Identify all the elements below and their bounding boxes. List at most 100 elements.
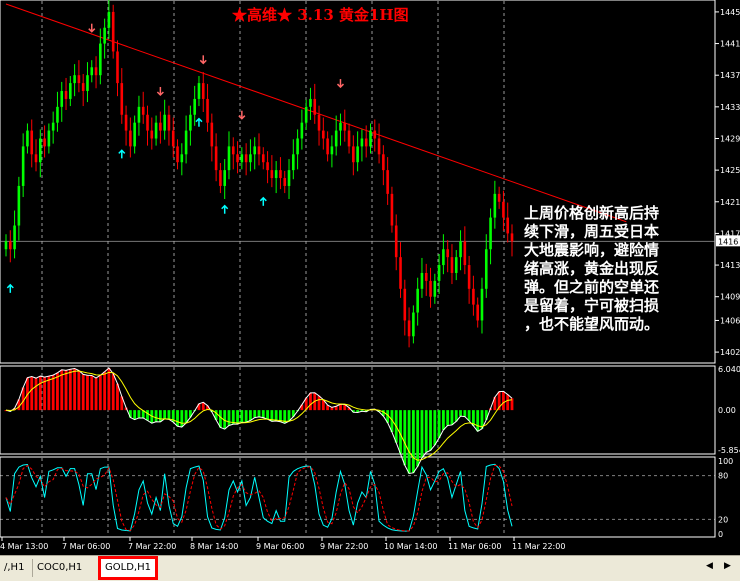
candle-body (454, 257, 458, 273)
annotation-line: 上周价格创新高后持 (524, 204, 659, 222)
time-tick-label: 4 Mar 13:00 (0, 542, 48, 551)
candle-body (146, 114, 149, 131)
candle-body (236, 154, 239, 163)
candle-body (429, 280, 432, 297)
candle-body (356, 146, 359, 163)
candle-body (484, 249, 488, 289)
arrow-left-icon[interactable]: ◀ (706, 561, 713, 571)
candle-body (313, 98, 317, 115)
candle-body (390, 193, 394, 226)
candle-body (261, 154, 265, 163)
candle-body (99, 43, 102, 76)
tab-chart-2[interactable]: COC0,H1 (32, 559, 86, 577)
candle-body (231, 146, 235, 155)
price-tick-label: 1429 (720, 134, 740, 143)
candle-body (39, 138, 42, 163)
candle-body (111, 11, 115, 52)
macd-bar (244, 410, 248, 423)
candle-body (64, 91, 68, 99)
candle-body (322, 130, 325, 139)
stoch-tick-label: 0 (718, 530, 723, 539)
price-tick-label: 1433 (720, 103, 740, 112)
candle-body (94, 67, 98, 76)
price-tick-label: 1409 (720, 293, 740, 302)
macd-bar (98, 375, 102, 411)
price-tick-label: 1413 (720, 261, 740, 270)
candle-body (201, 83, 205, 99)
candle-body (223, 170, 226, 186)
macd-bar (274, 410, 278, 421)
candle-body (4, 241, 8, 250)
candle-body (309, 98, 312, 107)
arrow-right-icon[interactable]: ▶ (724, 561, 731, 571)
macd-bar (240, 410, 244, 423)
tab-gold-h1[interactable]: GOLD,H1 (98, 556, 158, 580)
macd-bar (167, 410, 171, 420)
candle-body (347, 130, 351, 147)
macd-bar (463, 410, 467, 417)
chart-tab-bar: /,H1 COC0,H1 GOLD,H1 ◀ ▶ (0, 555, 740, 581)
candle-body (433, 280, 437, 297)
candle-body (270, 170, 274, 179)
macd-bar (446, 410, 450, 426)
candle-body (47, 130, 51, 147)
candle-body (30, 130, 34, 155)
stochastic-panel[interactable] (0, 456, 716, 538)
candle-body (283, 178, 287, 186)
candle-body (244, 154, 248, 163)
macd-bar (158, 410, 162, 422)
candle-body (141, 106, 145, 115)
time-tick-label: 11 Mar 06:00 (448, 542, 501, 551)
macd-bar (437, 410, 441, 439)
macd-tick-label: 0.00 (718, 406, 736, 415)
annotation-line: 是留着，宁可被扫损 (523, 297, 659, 315)
current-price-label: 1416 (718, 237, 738, 246)
annotation-text: 上周价格创新高后持续下滑，周五受日本大地震影响，避险情绪高涨，黄金出现反弹。但之… (523, 204, 660, 333)
tab-chart-1[interactable]: /,H1 (0, 559, 28, 577)
candle-body (403, 288, 407, 321)
macd-bar (137, 410, 141, 418)
candle-body (476, 304, 479, 321)
candle-body (437, 265, 441, 281)
macd-bar (459, 410, 462, 417)
candle-body (339, 122, 342, 131)
macd-bar (253, 410, 257, 418)
macd-bar (180, 410, 184, 428)
time-tick-label: 9 Mar 22:00 (320, 542, 368, 551)
candle-body (219, 170, 222, 186)
candle-body (369, 130, 372, 147)
candle-body (116, 51, 119, 84)
chart-area[interactable]: 1445144114371433142914251421141714131409… (0, 0, 740, 555)
price-tick-label: 1445 (720, 8, 740, 17)
candle-body (227, 146, 231, 171)
macd-bar (476, 410, 480, 432)
macd-bar (56, 372, 59, 411)
macd-bar (64, 370, 68, 411)
candle-body (472, 288, 475, 305)
candle-body (266, 162, 269, 171)
macd-bar (163, 410, 167, 419)
candle-body (154, 122, 158, 139)
candle-body (489, 217, 492, 250)
candle-body (493, 193, 497, 218)
time-tick-label: 7 Mar 06:00 (62, 542, 110, 551)
candle-body (304, 106, 308, 123)
candle-body (352, 146, 355, 163)
candle-body (382, 154, 385, 171)
annotation-line: ，也不能望风而动。 (524, 315, 659, 333)
candle-body (34, 154, 38, 163)
candle-body (446, 249, 449, 258)
macd-bar (38, 376, 42, 411)
candle-body (330, 146, 334, 155)
candle-body (103, 27, 106, 44)
macd-bar (407, 410, 411, 474)
macd-panel[interactable] (0, 365, 716, 455)
candle-body (373, 130, 377, 139)
candle-body (214, 146, 218, 171)
macd-bar (94, 378, 98, 411)
macd-bar (420, 410, 424, 458)
candle-body (442, 249, 445, 266)
candle-body (253, 146, 257, 155)
price-tick-label: 1425 (720, 166, 740, 175)
macd-bar (51, 375, 55, 411)
